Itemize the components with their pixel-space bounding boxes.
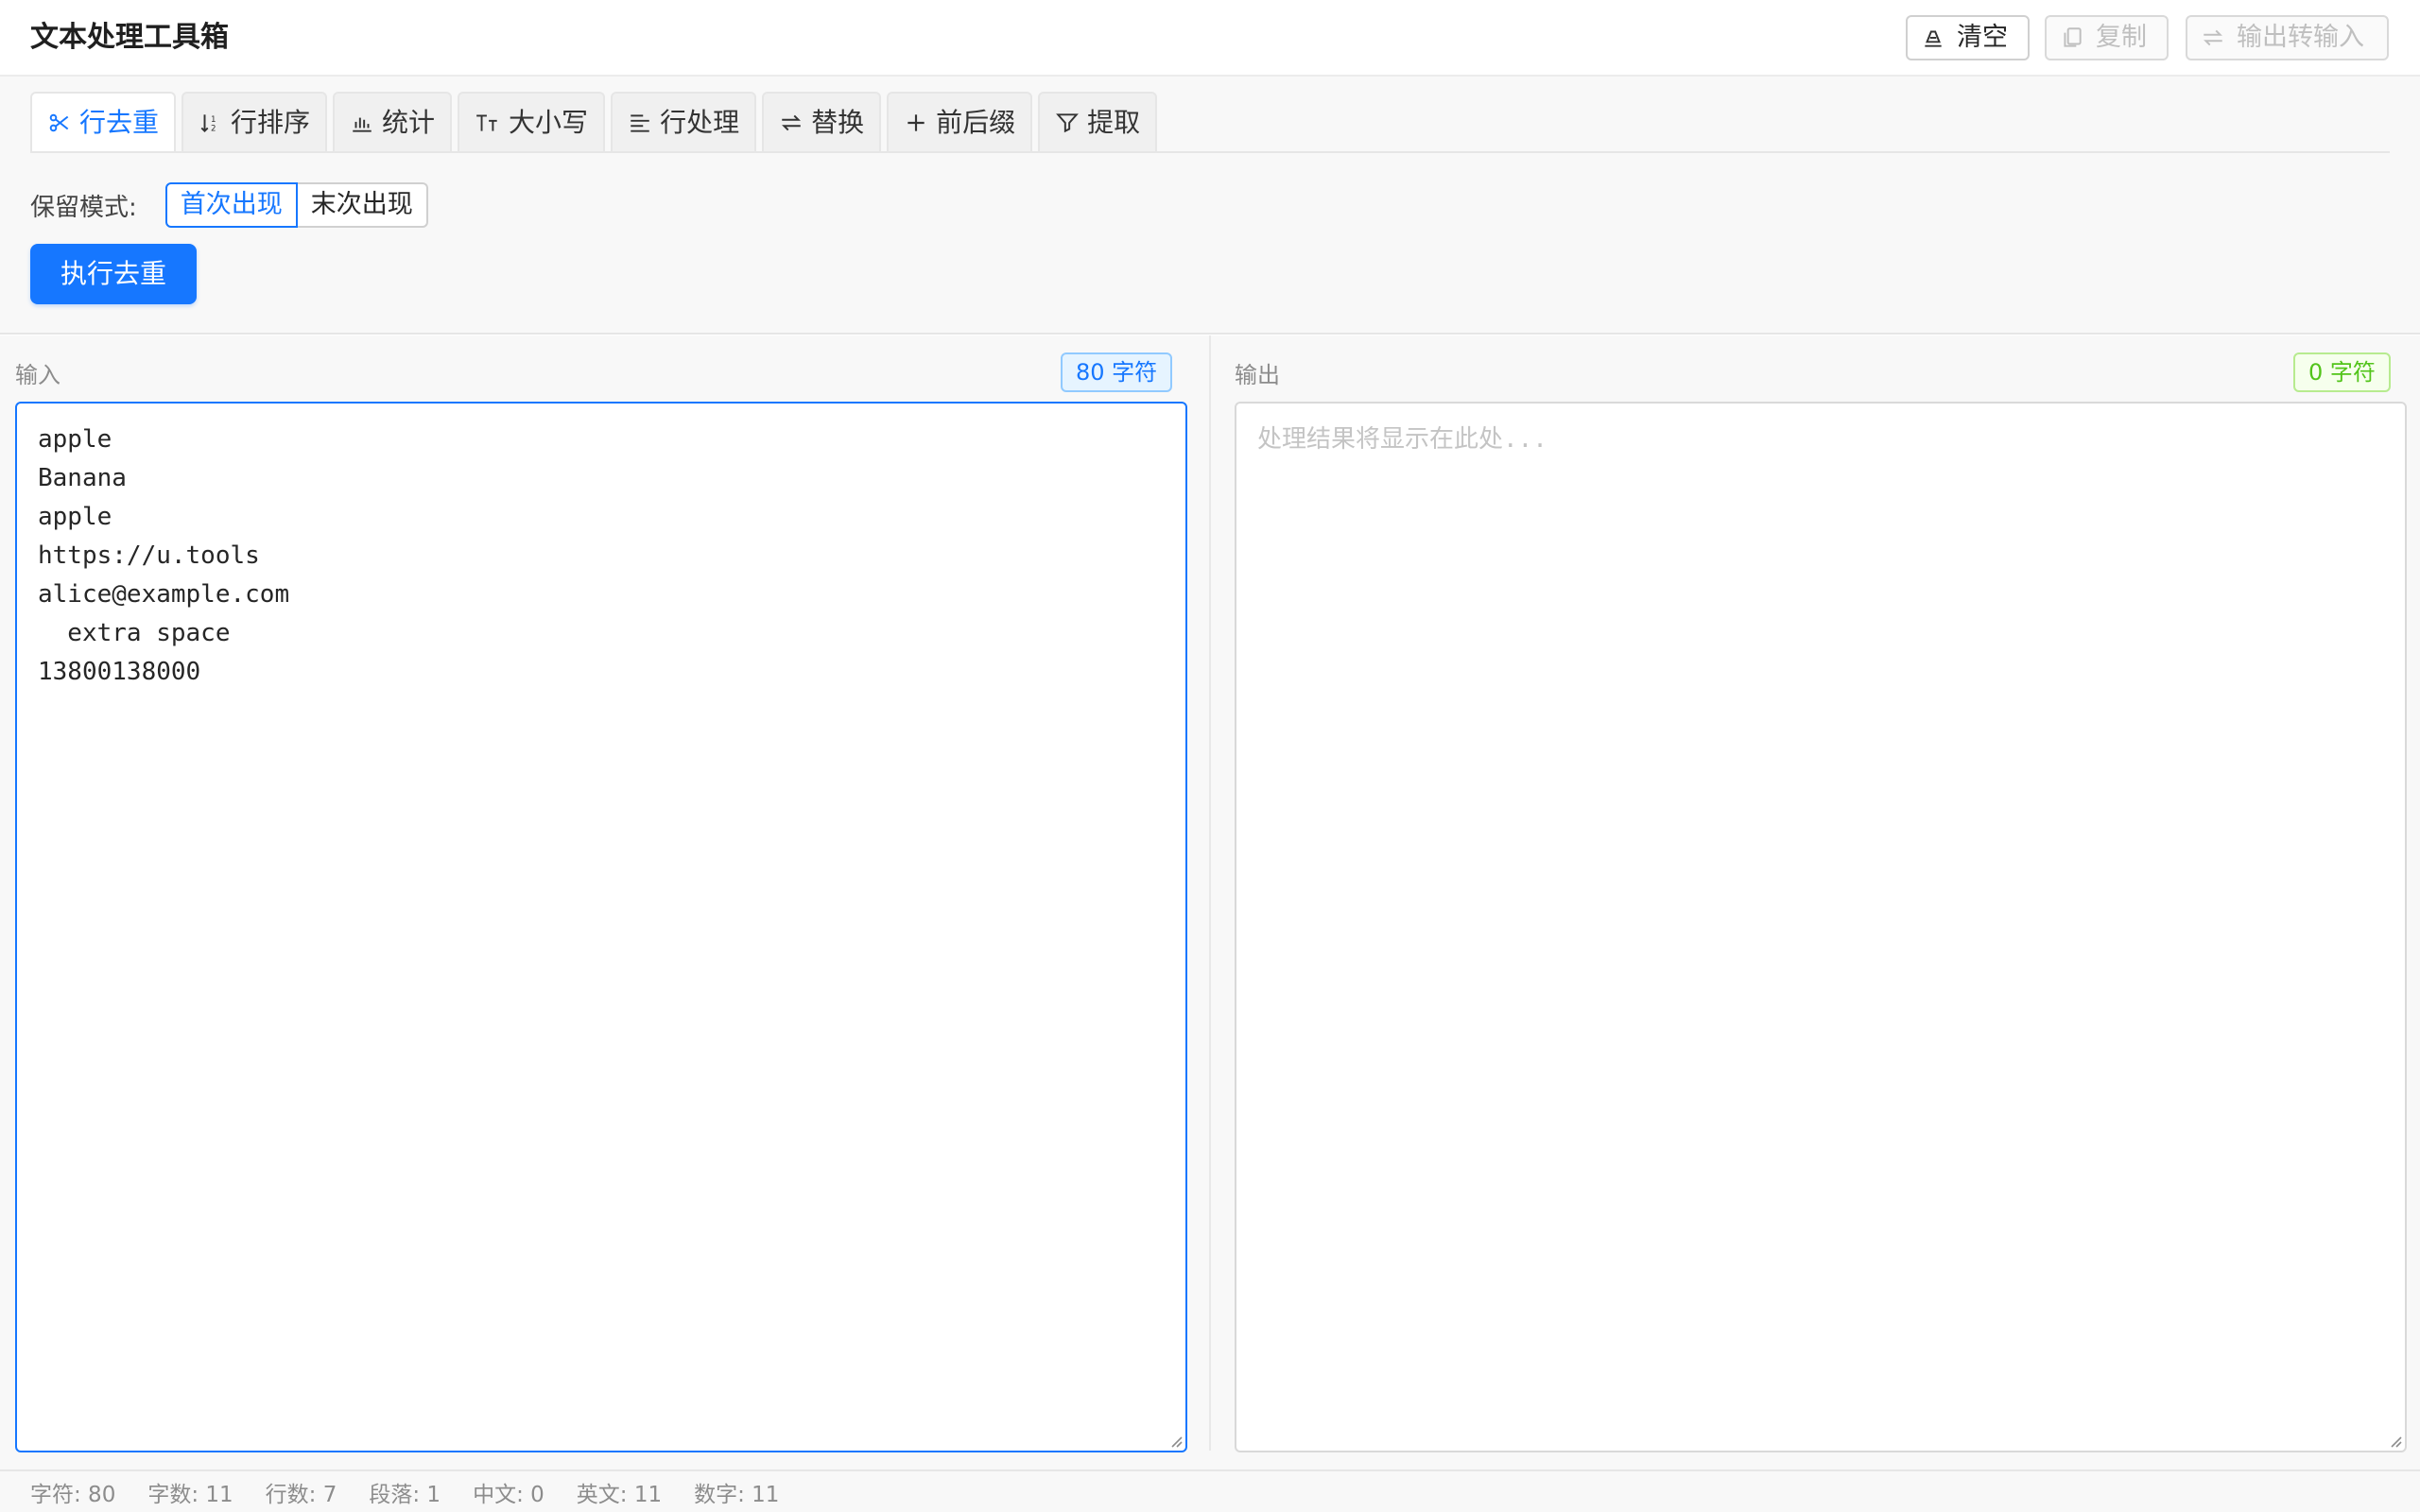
font-case-icon	[475, 111, 501, 135]
output-char-count-badge: 0 字符	[2293, 352, 2391, 392]
copy-button-label: 复制	[2096, 23, 2147, 52]
tab-label: 行去重	[79, 107, 160, 138]
keep-mode-segmented: 首次出现 末次出现	[164, 182, 428, 228]
tab-label: 替换	[811, 107, 865, 138]
stat-english: 英文: 11	[576, 1482, 663, 1507]
tool-tabs: 行去重 12 行排序 统计 大小写 行处理 替换 前后缀 提取	[30, 92, 1163, 151]
keep-mode-label: 保留模式:	[30, 193, 137, 222]
resize-handle-icon[interactable]	[1168, 1434, 1184, 1449]
tab-label: 提取	[1087, 107, 1141, 138]
bar-chart-icon	[350, 111, 374, 135]
clear-button-label: 清空	[1957, 23, 2008, 52]
tab-label: 大小写	[509, 107, 589, 138]
stat-chinese: 中文: 0	[473, 1482, 544, 1507]
editor-panels: 输入 80 字符 输出 0 字符	[0, 335, 2420, 1469]
stat-paragraphs: 段落: 1	[369, 1482, 441, 1507]
tab-dedupe[interactable]: 行去重	[30, 92, 177, 151]
panel-divider[interactable]	[1209, 335, 1211, 1451]
align-lines-icon	[628, 111, 652, 135]
stat-chars: 字符: 80	[30, 1482, 116, 1507]
scissors-icon	[47, 111, 72, 135]
stat-lines: 行数: 7	[265, 1482, 337, 1507]
eraser-icon	[1921, 26, 1945, 50]
tab-label: 统计	[382, 107, 436, 138]
mode-last-occurrence[interactable]: 末次出现	[297, 182, 428, 228]
svg-text:1: 1	[211, 114, 216, 124]
swap-icon	[779, 111, 804, 135]
copy-icon	[2060, 26, 2084, 50]
clear-button[interactable]: 清空	[1906, 15, 2030, 60]
stat-digits: 数字: 11	[694, 1482, 780, 1507]
sort-icon: 12	[199, 111, 223, 135]
tab-label: 前后缀	[936, 107, 1016, 138]
svg-text:2: 2	[211, 124, 216, 133]
input-textarea[interactable]	[15, 402, 1187, 1452]
status-bar: 字符: 80 字数: 11 行数: 7 段落: 1 中文: 0 英文: 11 数…	[0, 1469, 2420, 1512]
plus-icon	[904, 111, 928, 135]
tabs-divider	[30, 151, 2390, 153]
tab-line-process[interactable]: 行处理	[611, 92, 757, 151]
mode-first-occurrence[interactable]: 首次出现	[164, 182, 298, 228]
keep-mode-row: 保留模式: 首次出现 末次出现	[30, 182, 428, 228]
copy-button[interactable]: 复制	[2045, 15, 2169, 60]
output-to-input-button[interactable]: 输出转输入	[2186, 15, 2389, 60]
app-header: 文本处理工具箱 清空 复制 输出转输入	[0, 0, 2420, 77]
input-label: 输入	[15, 362, 60, 388]
tab-label: 行处理	[660, 107, 740, 138]
tab-prefix-suffix[interactable]: 前后缀	[887, 92, 1033, 151]
input-char-count-badge: 80 字符	[1061, 352, 1173, 392]
execute-dedupe-button[interactable]: 执行去重	[30, 244, 197, 304]
resize-handle-icon[interactable]	[2388, 1434, 2403, 1449]
swap-icon	[2201, 26, 2225, 50]
filter-icon	[1055, 111, 1080, 135]
tab-case[interactable]: 大小写	[458, 92, 606, 151]
tool-panel: 行去重 12 行排序 统计 大小写 行处理 替换 前后缀 提取 保留模式: 首次…	[0, 77, 2420, 335]
output-to-input-label: 输出转输入	[2237, 23, 2364, 52]
tab-extract[interactable]: 提取	[1038, 92, 1158, 151]
tab-sort[interactable]: 12 行排序	[182, 92, 328, 151]
output-textarea[interactable]	[1235, 402, 2407, 1452]
tab-stats[interactable]: 统计	[333, 92, 453, 151]
tab-label: 行排序	[231, 107, 311, 138]
output-label: 输出	[1235, 362, 1280, 388]
app-title: 文本处理工具箱	[30, 21, 229, 54]
stat-words: 字数: 11	[147, 1482, 233, 1507]
tab-replace[interactable]: 替换	[762, 92, 882, 151]
